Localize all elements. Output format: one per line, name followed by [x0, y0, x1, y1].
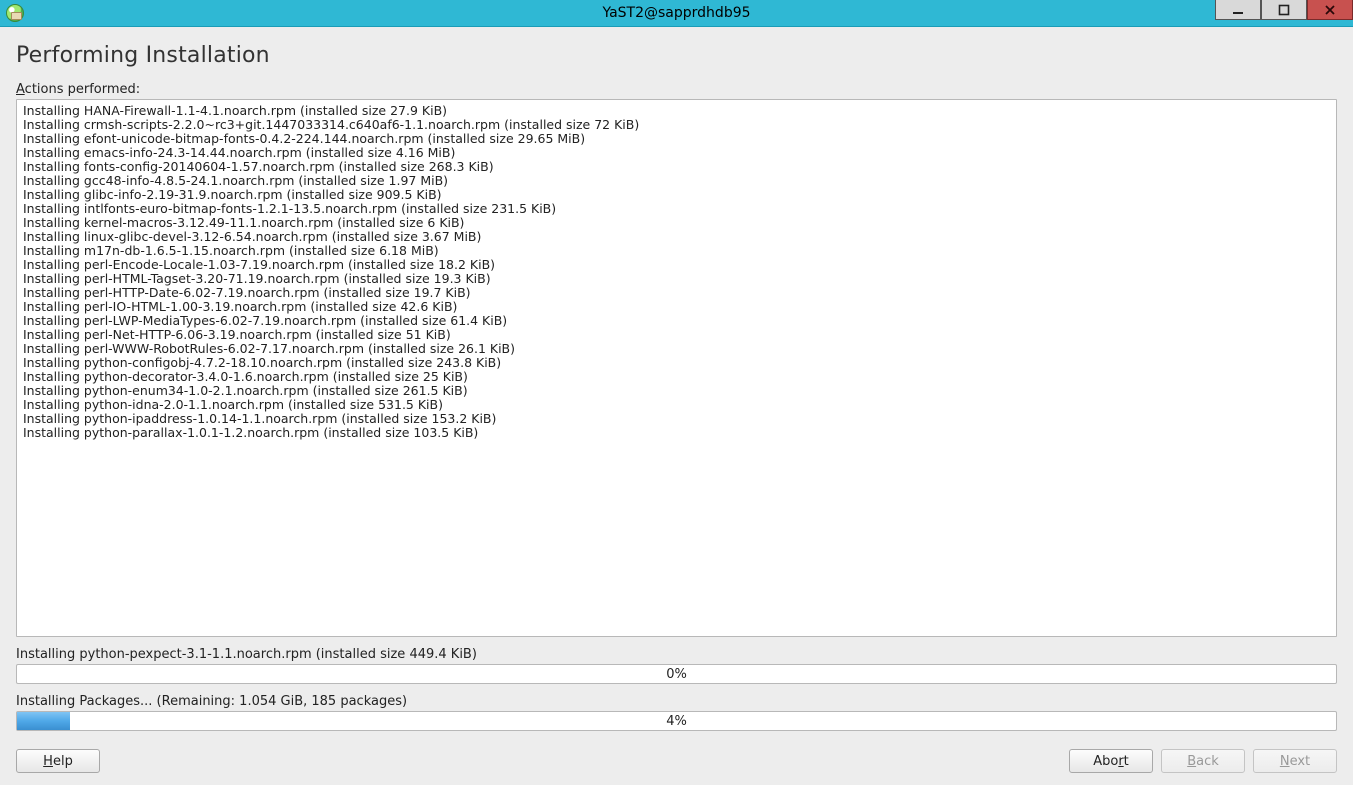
overall-progress-label: Installing Packages... (Remaining: 1.054… [16, 694, 1337, 709]
current-package-percent: 0% [17, 665, 1336, 683]
actions-log: Installing HANA-Firewall-1.1-4.1.noarch.… [16, 99, 1337, 637]
content-area: Performing Installation Actions performe… [0, 27, 1353, 785]
window-controls [1215, 0, 1353, 20]
maximize-button[interactable] [1261, 0, 1307, 20]
title-bar: YaST2@sapprdhdb95 [0, 0, 1353, 27]
window-title: YaST2@sapprdhdb95 [0, 5, 1353, 21]
back-button: Back [1161, 749, 1245, 773]
button-row: Help Abort Back Next [16, 749, 1337, 773]
overall-progress: 4% [16, 711, 1337, 731]
close-button[interactable] [1307, 0, 1353, 20]
app-icon [6, 4, 24, 22]
current-package-progress: 0% [16, 664, 1337, 684]
abort-button[interactable]: Abort [1069, 749, 1153, 773]
minimize-button[interactable] [1215, 0, 1261, 20]
actions-performed-label: Actions performed: [16, 82, 1337, 97]
help-button[interactable]: Help [16, 749, 100, 773]
current-package-label: Installing python-pexpect-3.1-1.1.noarch… [16, 647, 1337, 662]
overall-progress-percent: 4% [17, 712, 1336, 730]
next-button: Next [1253, 749, 1337, 773]
page-title: Performing Installation [16, 43, 1337, 68]
